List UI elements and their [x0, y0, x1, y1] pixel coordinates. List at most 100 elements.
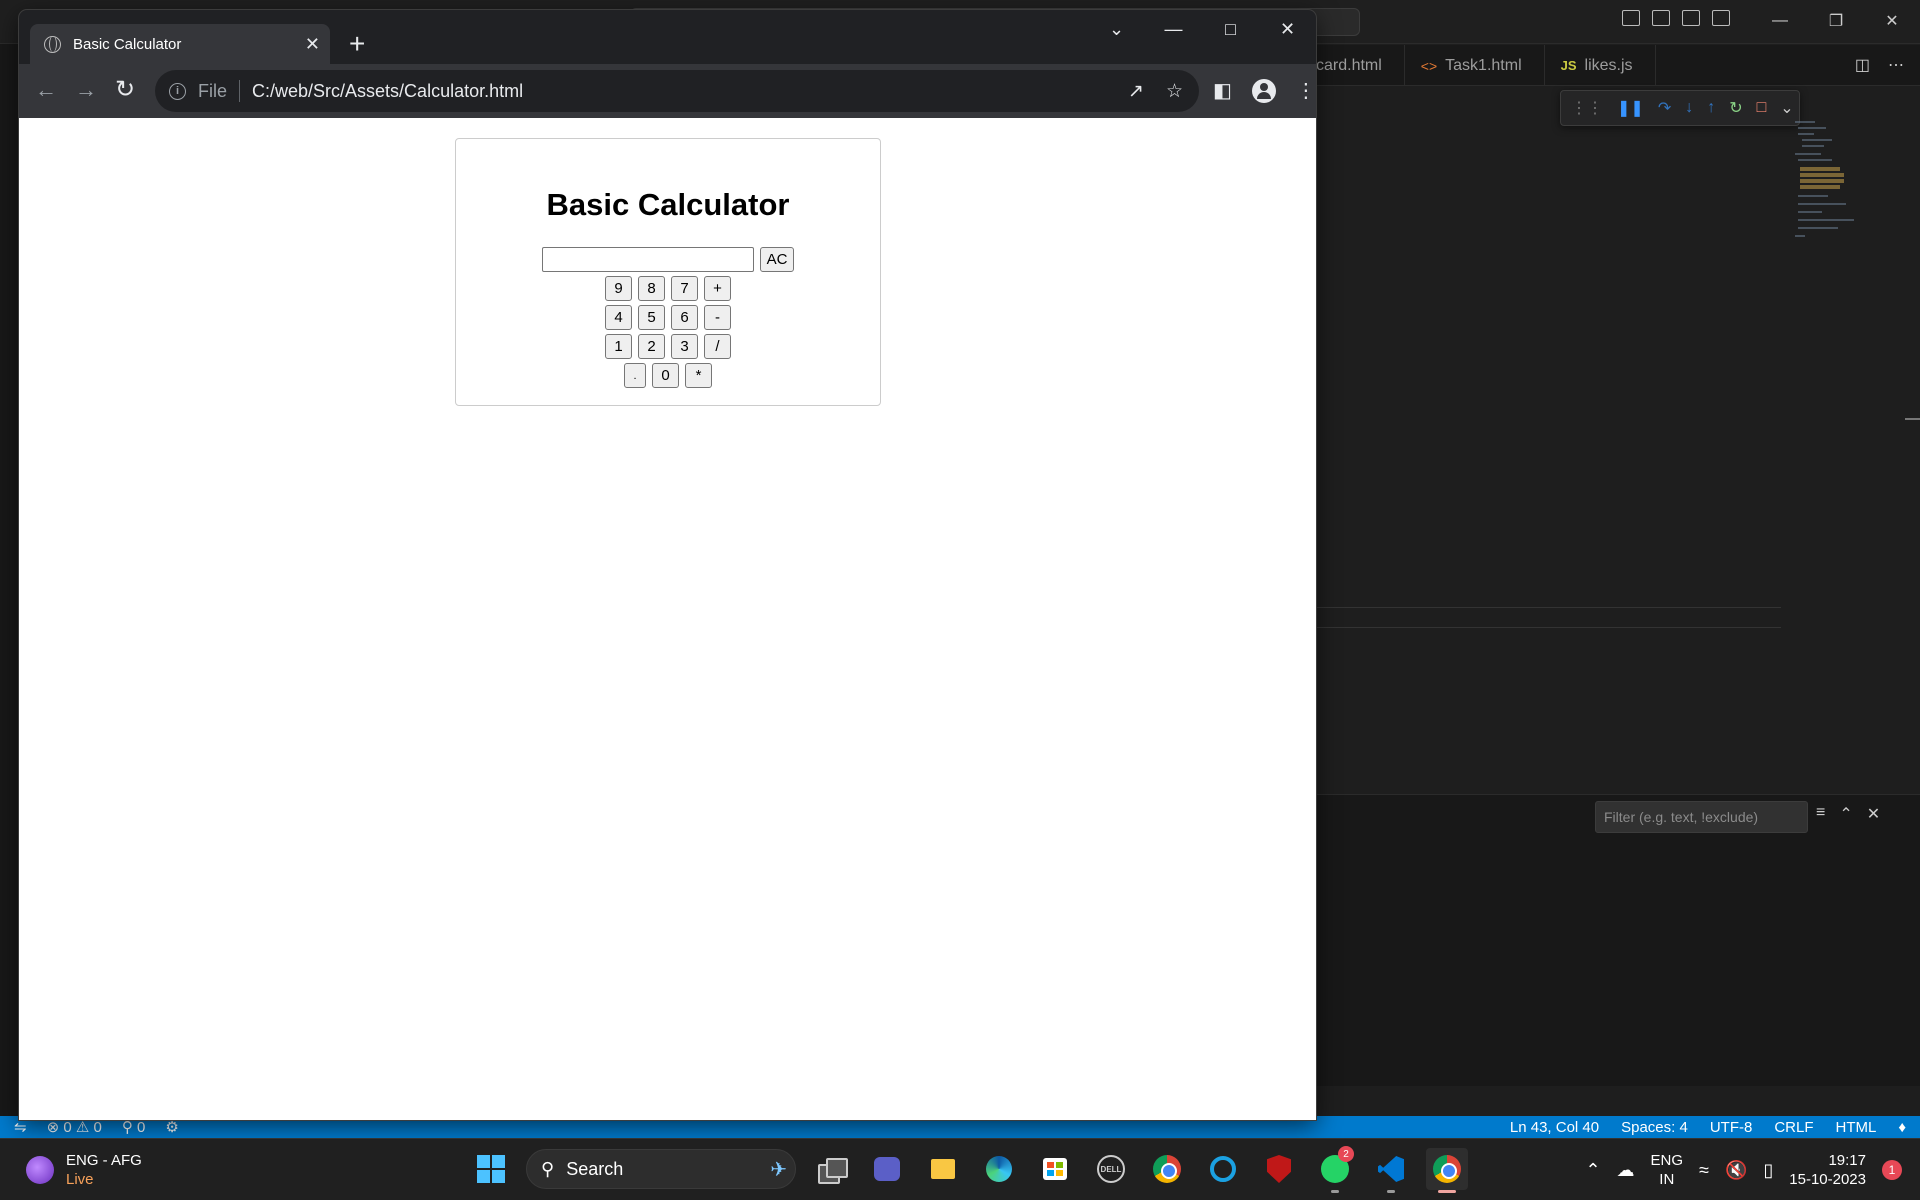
- side-panel-icon[interactable]: ◧: [1213, 78, 1232, 103]
- digit-3-button[interactable]: 3: [671, 334, 698, 359]
- back-arrow-icon[interactable]: ←: [35, 77, 57, 103]
- restore-icon[interactable]: ❐: [1808, 6, 1864, 36]
- digit-7-button[interactable]: 7: [671, 276, 698, 301]
- clock[interactable]: 19:17 15-10-2023: [1789, 1151, 1866, 1189]
- digit-5-button[interactable]: 5: [638, 305, 665, 330]
- bell-icon[interactable]: ♦: [1898, 1119, 1906, 1136]
- share-icon[interactable]: ↗: [1128, 80, 1144, 103]
- stop-icon[interactable]: □: [1757, 99, 1767, 117]
- chrome-active-button[interactable]: [1426, 1148, 1468, 1193]
- problems-indicator[interactable]: ⊗ 0 ⚠ 0: [47, 1118, 102, 1136]
- new-tab-icon[interactable]: +: [349, 30, 365, 58]
- input-language[interactable]: ENG IN: [1651, 1151, 1684, 1189]
- remote-icon[interactable]: ⇋: [14, 1118, 27, 1136]
- close-icon[interactable]: ✕: [1259, 10, 1316, 48]
- digit-9-button[interactable]: 9: [605, 276, 632, 301]
- close-icon[interactable]: ✕: [1864, 6, 1920, 36]
- battery-icon[interactable]: ▯: [1763, 1160, 1773, 1181]
- indentation[interactable]: Spaces: 4: [1621, 1119, 1688, 1136]
- calculator-display[interactable]: [541, 247, 754, 272]
- minimize-icon[interactable]: —: [1752, 6, 1808, 36]
- profile-avatar-icon[interactable]: [1251, 78, 1276, 103]
- speaker-muted-icon[interactable]: 🔇: [1725, 1160, 1747, 1181]
- encoding[interactable]: UTF-8: [1710, 1119, 1753, 1136]
- divide-button[interactable]: /: [704, 334, 731, 359]
- cortana-button[interactable]: [1202, 1148, 1244, 1190]
- site-info-icon[interactable]: i: [169, 82, 186, 100]
- address-bar[interactable]: i File C:/web/Src/Assets/Calculator.html…: [155, 70, 1199, 112]
- clear-output-icon[interactable]: ≡: [1816, 804, 1825, 824]
- digit-4-button[interactable]: 4: [605, 305, 632, 330]
- digit-0-button[interactable]: 0: [652, 363, 679, 388]
- weather-widget[interactable]: ENG - AFG Live: [26, 1151, 142, 1189]
- task-view-icon: [818, 1158, 848, 1184]
- minimap[interactable]: [1790, 115, 1860, 245]
- running-indicator: [1387, 1190, 1395, 1193]
- decimal-button[interactable]: .: [624, 363, 646, 388]
- store-button[interactable]: [1034, 1148, 1076, 1190]
- end-of-line[interactable]: CRLF: [1774, 1119, 1813, 1136]
- whatsapp-button[interactable]: 2: [1314, 1146, 1356, 1193]
- more-actions-icon[interactable]: ⋯: [1888, 55, 1904, 75]
- url-text[interactable]: C:/web/Src/Assets/Calculator.html: [252, 81, 523, 102]
- clear-button[interactable]: AC: [759, 247, 795, 272]
- scrollbar-marker[interactable]: [1905, 418, 1920, 420]
- digit-8-button[interactable]: 8: [638, 276, 665, 301]
- bookmark-star-icon[interactable]: ☆: [1166, 80, 1183, 103]
- step-into-icon[interactable]: ↓: [1685, 99, 1693, 117]
- notification-count-badge[interactable]: 1: [1882, 1160, 1902, 1180]
- page-viewport: Basic Calculator AC 9 8 7 + 4 5 6 - 1 2 …: [19, 118, 1316, 1120]
- digit-6-button[interactable]: 6: [671, 305, 698, 330]
- toggle-panel-icon[interactable]: [1652, 10, 1670, 26]
- browser-tab[interactable]: Basic Calculator ✕: [30, 24, 330, 64]
- chrome-pinned-button[interactable]: [1146, 1148, 1188, 1190]
- taskbar-search[interactable]: ⚲ Search ✈: [526, 1149, 796, 1189]
- toggle-primary-sidebar-icon[interactable]: [1622, 10, 1640, 26]
- search-highlight-icon: ✈: [770, 1158, 787, 1181]
- vscode-button[interactable]: [1370, 1148, 1412, 1193]
- dell-button[interactable]: DELL: [1090, 1148, 1132, 1190]
- cursor-position[interactable]: Ln 43, Col 40: [1510, 1119, 1599, 1136]
- customize-layout-icon[interactable]: [1712, 10, 1730, 26]
- kebab-menu-icon[interactable]: ⋮: [1296, 78, 1316, 103]
- reload-icon[interactable]: ↻: [115, 77, 135, 103]
- chrome-window: Basic Calculator ✕ + ⌄ — □ ✕ ← → ↻ i Fil…: [19, 10, 1316, 1120]
- digit-2-button[interactable]: 2: [638, 334, 665, 359]
- restart-icon[interactable]: ↻: [1729, 98, 1742, 118]
- wifi-icon[interactable]: ≈: [1699, 1160, 1709, 1181]
- task-view-button[interactable]: [810, 1148, 852, 1190]
- drag-grip-icon[interactable]: ⋮⋮: [1571, 98, 1603, 118]
- edge-button[interactable]: [978, 1148, 1020, 1190]
- split-editor-icon[interactable]: ◫: [1855, 55, 1870, 75]
- maximize-icon[interactable]: □: [1202, 10, 1259, 48]
- editor-actions: ◫ ⋯: [1855, 45, 1920, 85]
- teams-chat-button[interactable]: [866, 1148, 908, 1190]
- debug-target-icon[interactable]: ⚙: [165, 1118, 178, 1136]
- panel-filter-input[interactable]: Filter (e.g. text, !exclude): [1595, 801, 1808, 833]
- language-mode[interactable]: HTML: [1836, 1119, 1877, 1136]
- keypad-row: . 0 *: [456, 363, 880, 388]
- ports-indicator[interactable]: ⚲ 0: [122, 1118, 146, 1136]
- step-over-icon[interactable]: ↷: [1658, 98, 1671, 118]
- file-explorer-button[interactable]: [922, 1148, 964, 1190]
- minimize-icon[interactable]: —: [1145, 10, 1202, 48]
- forward-arrow-icon[interactable]: →: [75, 77, 97, 103]
- mcafee-button[interactable]: [1258, 1148, 1300, 1190]
- pause-icon[interactable]: ❚❚: [1617, 98, 1644, 118]
- chevron-up-icon[interactable]: ⌃: [1585, 1160, 1600, 1181]
- step-out-icon[interactable]: ↑: [1707, 99, 1715, 117]
- add-button[interactable]: +: [704, 276, 731, 301]
- maximize-panel-icon[interactable]: ⌃: [1839, 804, 1852, 824]
- editor-tab[interactable]: JS likes.js: [1545, 45, 1656, 86]
- close-tab-icon[interactable]: ✕: [305, 34, 320, 55]
- toggle-secondary-sidebar-icon[interactable]: [1682, 10, 1700, 26]
- search-label: Search: [566, 1158, 624, 1179]
- onedrive-cloud-icon[interactable]: ☁: [1617, 1160, 1635, 1181]
- tab-search-icon[interactable]: ⌄: [1088, 10, 1145, 48]
- subtract-button[interactable]: -: [704, 305, 731, 330]
- editor-tab[interactable]: <> Task1.html: [1405, 45, 1545, 86]
- multiply-button[interactable]: *: [685, 363, 712, 388]
- digit-1-button[interactable]: 1: [605, 334, 632, 359]
- start-button[interactable]: [470, 1148, 512, 1190]
- close-panel-icon[interactable]: ✕: [1867, 804, 1880, 824]
